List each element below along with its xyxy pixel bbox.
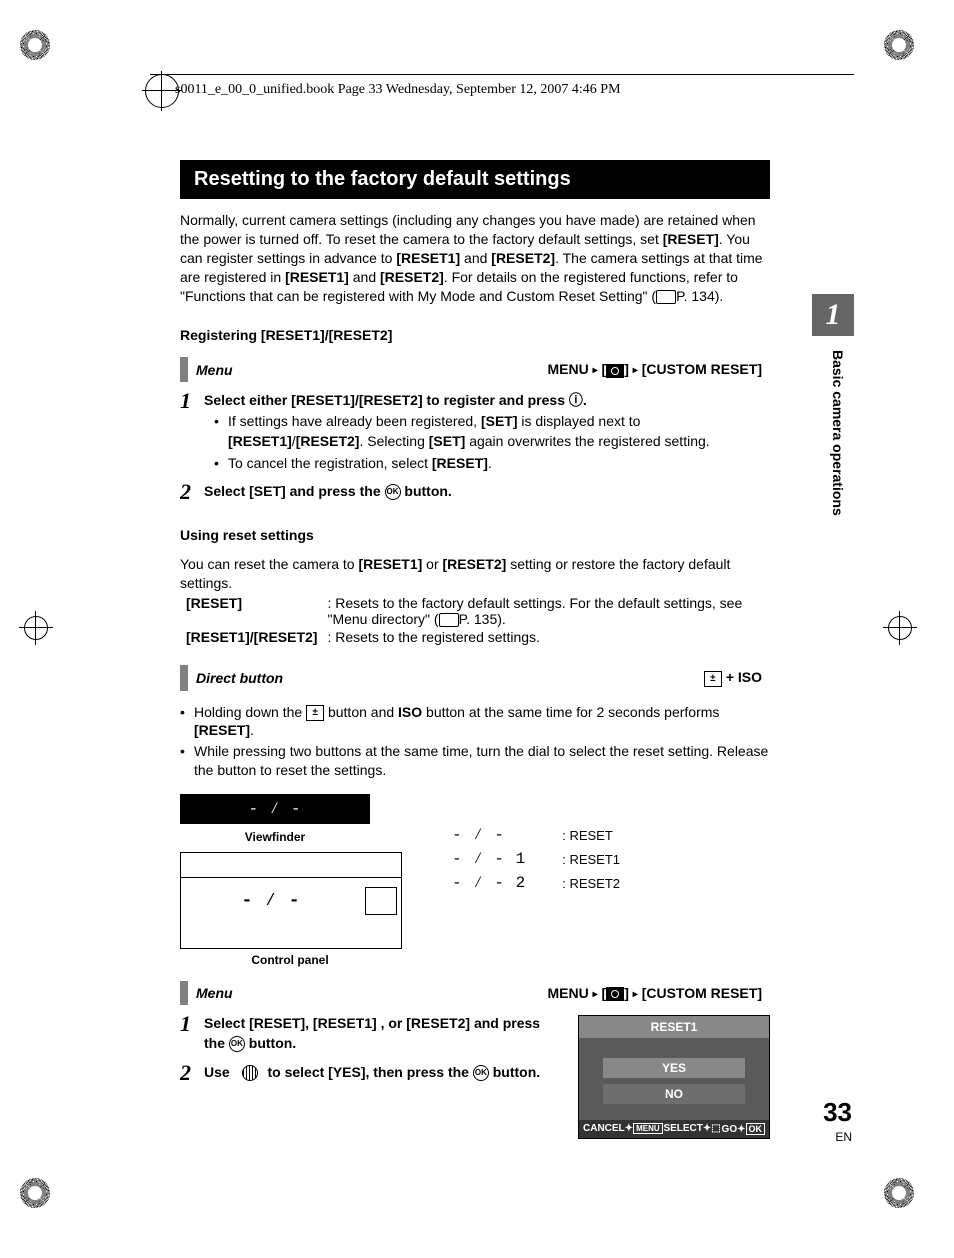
- book-icon: [656, 290, 676, 304]
- ok-icon: OK: [473, 1065, 489, 1081]
- ok-icon: OK: [385, 484, 401, 500]
- screen-title: RESET1: [579, 1016, 769, 1038]
- screen-option-no: NO: [603, 1084, 745, 1104]
- control-panel-label: Control panel: [180, 953, 400, 967]
- viewfinder-label: Viewfinder: [180, 830, 370, 844]
- crop-mark: [20, 610, 70, 660]
- using-paragraph: You can reset the camera to [RESET1] or …: [180, 555, 770, 593]
- crop-mark: [20, 30, 70, 80]
- exposure-comp-icon: ±: [306, 705, 324, 721]
- camera-screen: RESET1 YES NO CANCEL✦MENU SELECT✦⬚ GO✦OK: [578, 1015, 770, 1139]
- section-title: Resetting to the factory default setting…: [180, 160, 770, 199]
- control-panel-display: - ⁄ -: [180, 852, 402, 949]
- screen-option-yes: YES: [603, 1058, 745, 1078]
- step-2b: 2 Use to select [YES], then press the OK…: [180, 1060, 558, 1086]
- dial-icon: [234, 1066, 264, 1080]
- screen-footer: CANCEL✦MENU SELECT✦⬚ GO✦OK: [579, 1120, 769, 1138]
- chapter-label: Basic camera operations: [830, 350, 846, 516]
- direct-button-box: Direct button ± + ISO: [180, 665, 770, 690]
- header-rule: [150, 74, 854, 75]
- page-number: 33: [823, 1097, 852, 1128]
- reset-description: [RESET] : Resets to the factory default …: [180, 593, 770, 647]
- crop-mark: [884, 610, 934, 660]
- subheading-using: Using reset settings: [180, 527, 770, 543]
- camera-icon: [606, 364, 624, 378]
- step-2: 2 Select [SET] and press the OK button.: [180, 479, 770, 505]
- crop-mark: [884, 30, 934, 80]
- viewfinder-display: - ⁄ -: [180, 794, 370, 824]
- ok-icon: OK: [229, 1036, 245, 1052]
- step-1: 1 Select either [RESET1]/[RESET2] to reg…: [180, 388, 770, 473]
- direct-button-notes: Holding down the ± button and ISO button…: [180, 703, 770, 781]
- header-ornament: [145, 74, 179, 108]
- chapter-tab: 1: [812, 294, 854, 336]
- menu-label: Menu: [196, 362, 233, 378]
- menu-path-box-2: Menu MENU ▸ [] ▸ [CUSTOM RESET]: [180, 981, 770, 1005]
- page-language: EN: [835, 1130, 852, 1144]
- intro-paragraph: Normally, current camera settings (inclu…: [180, 211, 770, 305]
- step-1b: 1 Select [RESET], [RESET1] , or [RESET2]…: [180, 1011, 558, 1053]
- camera-icon: [606, 987, 624, 1001]
- menu-path-box: Menu MENU ▸ [] ▸ [CUSTOM RESET]: [180, 357, 770, 381]
- reset-legend: - ⁄ -: RESET - ⁄ - 1: RESET1 - ⁄ - 2: RE…: [442, 822, 630, 896]
- crop-mark: [20, 1178, 70, 1228]
- header-text: s0011_e_00_0_unified.book Page 33 Wednes…: [175, 82, 621, 98]
- book-icon: [439, 613, 459, 627]
- direct-button-label: Direct button: [196, 670, 283, 686]
- crop-mark: [884, 1178, 934, 1228]
- exposure-comp-icon: ±: [704, 671, 722, 687]
- menu-label: Menu: [196, 985, 233, 1001]
- subheading-registering: Registering [RESET1]/[RESET2]: [180, 327, 770, 343]
